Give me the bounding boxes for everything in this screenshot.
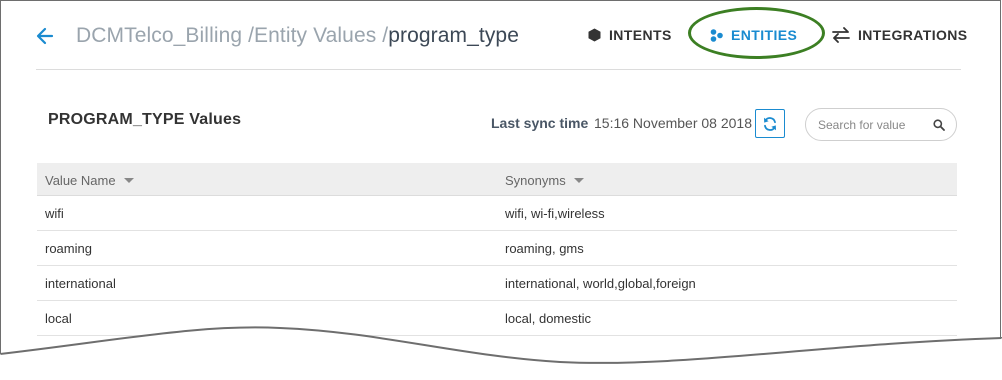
header: DCMTelco_Billing /Entity Values /program…	[36, 7, 967, 70]
swap-arrows-icon	[832, 27, 850, 43]
hexagon-icon	[588, 28, 601, 42]
value-name-cell: international	[45, 276, 116, 291]
breadcrumb-current: program_type	[388, 24, 519, 47]
refresh-icon	[764, 116, 776, 131]
synonyms-cell: wifi, wi-fi,wireless	[505, 206, 605, 221]
column-label: Value Name	[45, 173, 116, 188]
search-icon[interactable]	[933, 119, 945, 131]
search-input[interactable]	[818, 116, 928, 134]
sort-caret-icon	[123, 178, 134, 183]
synonyms-cell: roaming, gms	[505, 241, 584, 256]
breadcrumb-project[interactable]: DCMTelco_Billing /	[76, 24, 254, 47]
section-title: PROGRAM_TYPE Values	[48, 111, 242, 128]
table-header: Value Name Synonyms	[37, 163, 957, 196]
sync-time: 15:16 November 08 2018	[594, 115, 752, 131]
column-header-value-name[interactable]: Value Name	[45, 173, 134, 188]
value-name-cell: roaming	[45, 241, 92, 256]
synonyms-cell: international, world,global,foreign	[505, 276, 696, 291]
breadcrumb-entity-values[interactable]: Entity Values /	[254, 24, 388, 47]
column-label: Synonyms	[505, 173, 566, 188]
search-box	[805, 108, 957, 141]
sort-caret-icon	[573, 178, 584, 183]
nav-integrations[interactable]: INTEGRATIONS	[832, 27, 968, 43]
breadcrumb: DCMTelco_Billing /Entity Values /program…	[76, 24, 519, 48]
back-arrow-icon[interactable]	[36, 26, 54, 46]
sync-label: Last sync time	[491, 115, 589, 131]
table-row[interactable]: roaming roaming, gms	[37, 231, 957, 266]
value-name-cell: wifi	[45, 206, 64, 221]
entity-values-table: Value Name Synonyms wifi wifi, wi-fi,wir…	[37, 163, 957, 336]
torn-edge-decoration	[0, 326, 1002, 380]
column-header-synonyms[interactable]: Synonyms	[505, 173, 584, 188]
dots-icon	[710, 28, 723, 42]
app-frame: DCMTelco_Billing /Entity Values /program…	[0, 0, 1002, 380]
table-row[interactable]: international international, world,globa…	[37, 266, 957, 301]
nav-integrations-label: INTEGRATIONS	[858, 27, 968, 43]
nav-entities-label: ENTITIES	[731, 27, 798, 43]
table-row[interactable]: wifi wifi, wi-fi,wireless	[37, 196, 957, 231]
sync-button[interactable]	[755, 109, 785, 138]
nav-entities[interactable]: ENTITIES	[710, 27, 797, 43]
nav-intents-label: INTENTS	[609, 27, 672, 43]
nav-intents[interactable]: INTENTS	[588, 27, 672, 43]
